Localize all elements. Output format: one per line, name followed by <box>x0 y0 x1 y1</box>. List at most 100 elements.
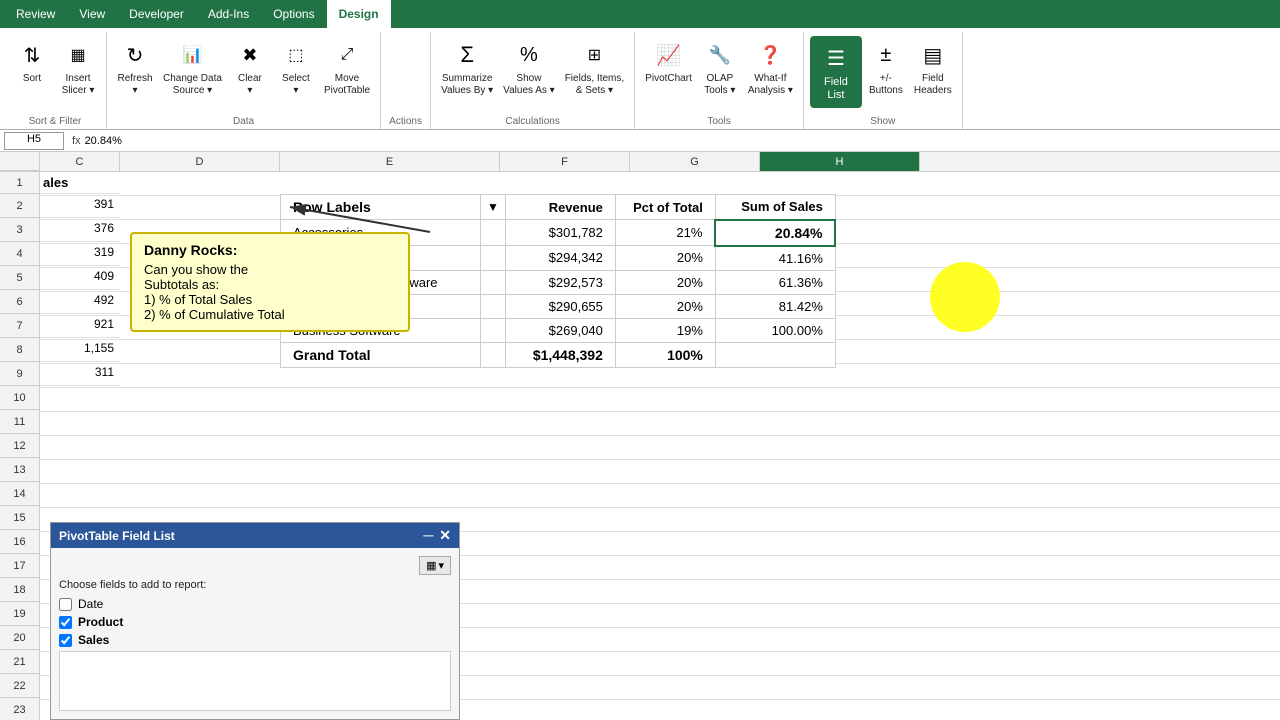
field-list-title: PivotTable Field List <box>59 529 175 543</box>
sort-button[interactable]: ⇅ Sort <box>10 36 54 88</box>
group-data: ↻ Refresh▾ 📊 Change DataSource ▾ ✖ Clear… <box>107 32 381 129</box>
summarize-values-by-label: SummarizeValues By ▾ <box>441 73 493 97</box>
col-header-f[interactable]: F <box>500 152 630 171</box>
field-item-product[interactable]: Product <box>59 615 451 629</box>
pivot-sumsales-grand-total <box>715 342 835 367</box>
select-button[interactable]: ⬚ Select▾ <box>274 36 318 100</box>
olap-tools-button[interactable]: 🔧 OLAPTools ▾ <box>698 36 742 100</box>
pivot-col-row-labels: Row Labels <box>281 195 481 220</box>
field-label-sales: Sales <box>78 633 109 647</box>
tab-review[interactable]: Review <box>4 0 67 28</box>
field-label-product: Product <box>78 615 123 629</box>
pivot-revenue-accessories: $301,782 <box>505 220 615 246</box>
callout-box: Danny Rocks: Can you show the Subtotals … <box>130 232 410 332</box>
c6-cell[interactable]: 492 <box>40 290 120 314</box>
field-list-header: PivotTable Field List ─ ✕ <box>51 523 459 548</box>
pivotchart-icon: 📈 <box>653 39 685 71</box>
tab-developer[interactable]: Developer <box>117 0 196 28</box>
refresh-label: Refresh▾ <box>117 73 152 97</box>
col-header-c[interactable]: C <box>40 152 120 171</box>
ribbon: Review View Developer Add-Ins Options De… <box>0 0 1280 130</box>
pivot-sumsales-networking: 41.16% <box>715 246 835 271</box>
clear-button[interactable]: ✖ Clear▾ <box>228 36 272 100</box>
pivotchart-button[interactable]: 📈 PivotChart <box>641 36 696 88</box>
c1-cell[interactable]: ales <box>40 172 120 194</box>
callout-line2: Subtotals as: <box>144 277 396 292</box>
field-checkbox-product[interactable] <box>59 616 72 629</box>
c8-cell[interactable]: 1,155 <box>40 338 120 362</box>
yellow-highlight-circle <box>930 262 1000 332</box>
pivot-row-grand-total: Grand Total $1,448,392 100% <box>281 342 836 367</box>
insert-slicer-label: InsertSlicer ▾ <box>62 73 95 97</box>
olap-tools-icon: 🔧 <box>704 39 736 71</box>
group-sort-filter-label: Sort & Filter <box>29 114 82 129</box>
pivot-pct-accessories: 21% <box>615 220 715 246</box>
field-list-layout-icon: ▦ <box>426 559 436 572</box>
what-if-analysis-label: What-IfAnalysis ▾ <box>748 73 793 97</box>
pivot-filter-btn[interactable]: ▼ <box>481 195 506 220</box>
pivot-sumsales-computers: 81.42% <box>715 294 835 318</box>
pivot-pct-business-software: 19% <box>615 318 715 342</box>
tab-view[interactable]: View <box>67 0 117 28</box>
field-item-date[interactable]: Date <box>59 597 451 611</box>
plus-minus-buttons-button[interactable]: ± +/-Buttons <box>864 36 908 100</box>
summarize-values-by-icon: Σ <box>451 39 483 71</box>
c5-cell[interactable]: 409 <box>40 266 120 290</box>
callout-line3: 1) % of Total Sales <box>144 292 396 307</box>
field-list-close-btn[interactable]: ✕ <box>439 527 451 544</box>
col-header-g[interactable]: G <box>630 152 760 171</box>
callout-line4: 2) % of Cumulative Total <box>144 307 396 322</box>
c2-cell[interactable]: 391 <box>40 194 120 218</box>
field-list-icon: ☰ <box>820 42 852 74</box>
pivot-pct-grand-total: 100% <box>615 342 715 367</box>
c3-cell[interactable]: 376 <box>40 218 120 242</box>
field-list-layout-btn[interactable]: ▦ ▾ <box>419 556 451 575</box>
pivot-col-pct-total: Pct of Total <box>615 195 715 220</box>
c9-cell[interactable]: 311 <box>40 362 120 386</box>
field-list-button[interactable]: ☰ FieldList <box>810 36 862 108</box>
group-calculations-label: Calculations <box>505 114 559 129</box>
c7-cell[interactable]: 921 <box>40 314 120 338</box>
refresh-button[interactable]: ↻ Refresh▾ <box>113 36 157 100</box>
tab-design[interactable]: Design <box>327 0 391 28</box>
group-actions-label: Actions <box>389 114 422 129</box>
insert-slicer-button[interactable]: ▦ InsertSlicer ▾ <box>56 36 100 100</box>
callout-author: Danny Rocks: <box>144 242 396 258</box>
col-header-d[interactable]: D <box>120 152 280 171</box>
c4-cell[interactable]: 319 <box>40 242 120 266</box>
what-if-analysis-button[interactable]: ❓ What-IfAnalysis ▾ <box>744 36 797 100</box>
show-values-as-button[interactable]: % ShowValues As ▾ <box>499 36 559 100</box>
olap-tools-label: OLAPTools ▾ <box>704 73 735 97</box>
tab-options[interactable]: Options <box>261 0 326 28</box>
pivot-header-row: Row Labels ▼ Revenue Pct of Total Sum of… <box>281 195 836 220</box>
move-pivottable-button[interactable]: ⤢ MovePivotTable <box>320 36 374 100</box>
pivot-sumsales-business-software: 100.00% <box>715 318 835 342</box>
plus-minus-buttons-label: +/-Buttons <box>869 73 903 97</box>
fields-items-sets-button[interactable]: ⊞ Fields, Items,& Sets ▾ <box>561 36 628 100</box>
field-headers-button[interactable]: ▤ FieldHeaders <box>910 36 956 100</box>
name-box[interactable]: H5 <box>4 132 64 150</box>
pivot-pct-computers: 20% <box>615 294 715 318</box>
pivotchart-label: PivotChart <box>645 73 692 85</box>
field-list-subtitle: Choose fields to add to report: <box>59 579 451 591</box>
field-list-layout-dropdown-icon: ▾ <box>438 559 444 572</box>
sort-icon: ⇅ <box>16 39 48 71</box>
change-data-source-button[interactable]: 📊 Change DataSource ▾ <box>159 36 226 100</box>
col-header-h[interactable]: H <box>760 152 920 171</box>
field-item-sales[interactable]: Sales <box>59 633 451 647</box>
select-label: Select▾ <box>282 73 310 97</box>
tab-add-ins[interactable]: Add-Ins <box>196 0 261 28</box>
show-values-as-icon: % <box>513 39 545 71</box>
group-calculations: Σ SummarizeValues By ▾ % ShowValues As ▾… <box>431 32 635 129</box>
summarize-values-by-button[interactable]: Σ SummarizeValues By ▾ <box>437 36 497 100</box>
row-headers: 1 2 3 4 5 6 7 8 9 10 11 12 13 14 15 16 1… <box>0 172 40 720</box>
field-list-minimize-btn[interactable]: ─ <box>423 527 433 544</box>
change-data-source-icon: 📊 <box>176 39 208 71</box>
formula-input[interactable] <box>85 135 1276 147</box>
col-header-e[interactable]: E <box>280 152 500 171</box>
field-checkbox-date[interactable] <box>59 598 72 611</box>
field-label-date: Date <box>78 597 103 611</box>
group-tools: 📈 PivotChart 🔧 OLAPTools ▾ ❓ What-IfAnal… <box>635 32 804 129</box>
pivot-sumsales-accessories[interactable]: 20.84% <box>715 220 835 246</box>
field-checkbox-sales[interactable] <box>59 634 72 647</box>
